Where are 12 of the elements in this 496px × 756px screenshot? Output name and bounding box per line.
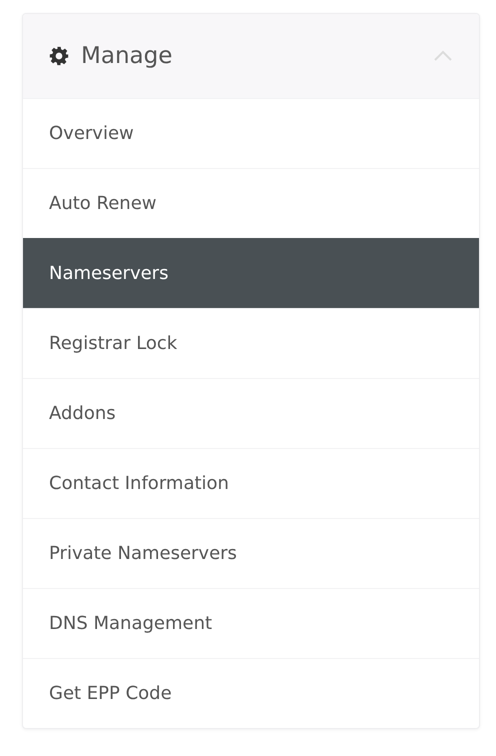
gear-icon [49, 46, 69, 66]
menu-item[interactable]: Contact Information [23, 448, 479, 518]
menu-item[interactable]: Get EPP Code [23, 658, 479, 728]
menu-item[interactable]: DNS Management [23, 588, 479, 658]
menu-item[interactable]: Overview [23, 98, 479, 168]
menu-item[interactable]: Nameservers [23, 238, 479, 308]
menu-item[interactable]: Registrar Lock [23, 308, 479, 378]
chevron-icon [433, 50, 453, 62]
menu-item[interactable]: Private Nameservers [23, 518, 479, 588]
panel-header[interactable]: Manage [23, 14, 479, 98]
panel-title: Manage [81, 43, 174, 69]
menu-item[interactable]: Addons [23, 378, 479, 448]
